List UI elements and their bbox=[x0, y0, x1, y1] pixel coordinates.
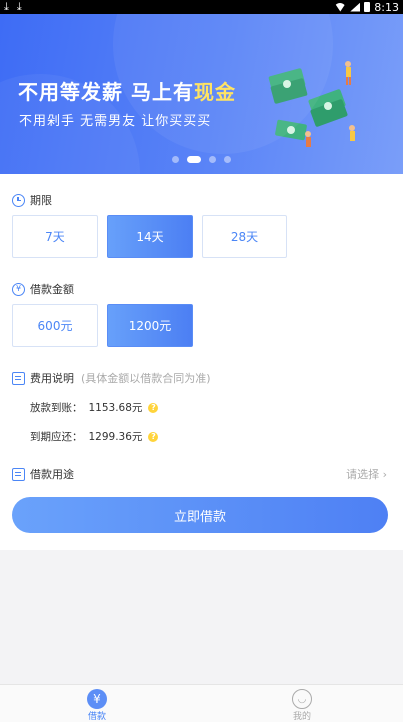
bottom-nav: ¥ 借款 ◡ 我的 bbox=[0, 684, 403, 722]
carousel-dot[interactable] bbox=[224, 156, 231, 163]
cash-stack-icon bbox=[268, 68, 348, 141]
smiley-icon: ◡ bbox=[292, 689, 312, 709]
banner-title: 不用等发薪 马上有现金 bbox=[18, 76, 236, 105]
help-icon[interactable]: ? bbox=[148, 402, 159, 413]
banner-title-main: 不用等发薪 马上有 bbox=[18, 80, 194, 104]
battery-icon bbox=[364, 2, 371, 12]
purpose-select[interactable]: 请选择 › bbox=[346, 466, 387, 482]
fee-row-label: 到期应还： bbox=[30, 431, 83, 443]
purpose-label: 借款用途 bbox=[30, 468, 74, 481]
wifi-icon bbox=[334, 2, 347, 12]
banner-subtitle: 不用剁手 无需男友 让你买买买 bbox=[19, 114, 212, 129]
help-icon[interactable]: ? bbox=[148, 431, 159, 442]
carousel-dot-active[interactable] bbox=[187, 156, 201, 163]
status-bar: ⤓ ⤓ 8:13 bbox=[0, 0, 403, 14]
nav-item-label: 我的 bbox=[292, 712, 311, 722]
status-time: 8:13 bbox=[374, 0, 399, 14]
term-section-header: 期限 bbox=[12, 192, 52, 208]
nav-item-loan[interactable]: ¥ 借款 bbox=[67, 689, 127, 722]
money-illustration bbox=[268, 61, 355, 147]
download-icon: ⤓ bbox=[4, 0, 9, 13]
carousel-dot[interactable] bbox=[209, 156, 216, 163]
yen-circle-icon: ¥ bbox=[12, 282, 25, 296]
promo-banner[interactable]: 不用等发薪 马上有现金 不用剁手 无需男友 让你买买买 bbox=[0, 14, 403, 174]
carousel-dot[interactable] bbox=[172, 156, 179, 163]
amount-option-1200[interactable]: 1200元 bbox=[107, 304, 193, 347]
term-option-28[interactable]: 28天 bbox=[202, 215, 287, 258]
fee-row-repay: 到期应还： 1299.36元 ? bbox=[30, 429, 159, 444]
nav-item-label: 借款 bbox=[87, 712, 106, 722]
purpose-section-header[interactable]: 借款用途 bbox=[12, 466, 74, 482]
yen-icon: ¥ bbox=[87, 689, 107, 709]
nav-item-mine[interactable]: ◡ 我的 bbox=[272, 689, 332, 722]
term-option-14[interactable]: 14天 bbox=[107, 215, 193, 258]
chevron-right-icon: › bbox=[382, 468, 387, 481]
amount-section-header: ¥ 借款金额 bbox=[12, 281, 74, 297]
amount-label: 借款金额 bbox=[30, 283, 74, 296]
banner-title-highlight: 现金 bbox=[193, 80, 236, 104]
carousel-indicator[interactable] bbox=[0, 156, 403, 163]
clock-icon bbox=[12, 193, 25, 207]
document-icon bbox=[12, 371, 25, 385]
fee-note: (具体金额以借款合同为准) bbox=[81, 372, 211, 385]
amount-option-600[interactable]: 600元 bbox=[12, 304, 98, 347]
download-icon: ⤓ bbox=[16, 0, 22, 13]
term-label: 期限 bbox=[30, 194, 52, 207]
fee-row-label: 放款到账： bbox=[30, 402, 83, 414]
term-option-7[interactable]: 7天 bbox=[12, 215, 98, 258]
fee-row-value: 1153.68元 bbox=[88, 402, 143, 414]
signal-icon bbox=[350, 2, 361, 12]
fee-row-value: 1299.36元 bbox=[88, 431, 143, 443]
loan-form: 期限 7天 14天 28天 ¥ 借款金额 600元 1200元 费用说明 (具体… bbox=[0, 174, 403, 550]
borrow-now-button[interactable]: 立即借款 bbox=[12, 497, 388, 533]
fee-row-disbursed: 放款到账： 1153.68元 ? bbox=[30, 400, 159, 415]
fee-label: 费用说明 bbox=[30, 372, 74, 385]
document-icon bbox=[12, 467, 25, 481]
purpose-placeholder: 请选择 bbox=[346, 468, 380, 481]
fee-section-header: 费用说明 (具体金额以借款合同为准) bbox=[12, 370, 211, 386]
